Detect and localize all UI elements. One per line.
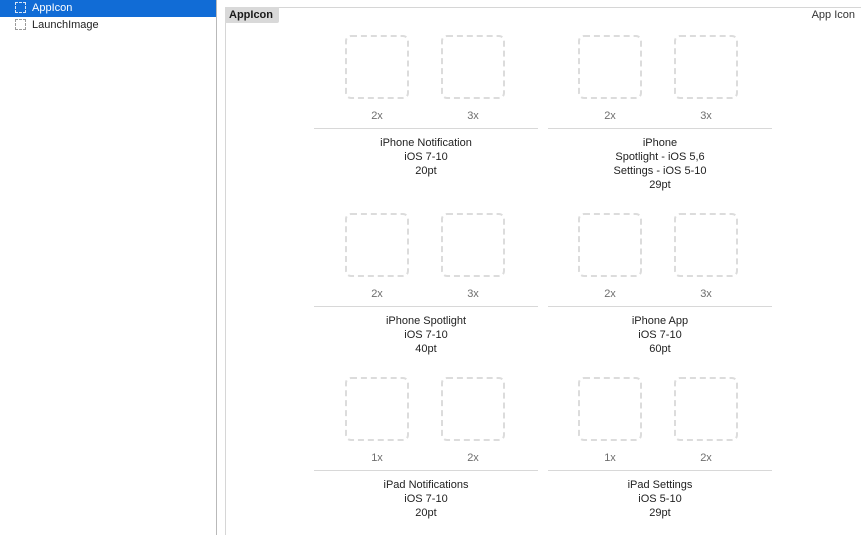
group-divider: [548, 306, 772, 307]
caption-line: 20pt: [415, 165, 437, 177]
asset-catalog-window: AppIcon LaunchImage AppIcon App Icon 2x …: [0, 0, 861, 535]
caption-line: iPad Notifications: [383, 479, 469, 491]
image-set-icon: [15, 2, 26, 13]
icon-drop-slot[interactable]: [578, 213, 642, 277]
group-divider: [548, 470, 772, 471]
icon-drop-slot[interactable]: [674, 213, 738, 277]
sidebar-item-label: LaunchImage: [32, 19, 99, 31]
caption-line: 60pt: [649, 343, 671, 355]
caption-line: iOS 7-10: [638, 329, 682, 341]
icon-group-iphone-spotlight: 2x 3x iPhone Spotlight iOS 7-10 40pt: [314, 213, 538, 383]
caption-line: iPad Settings: [627, 479, 693, 491]
group-divider: [314, 306, 538, 307]
icon-slots: 2x 3x: [548, 35, 772, 131]
icon-slots: 2x 3x: [314, 35, 538, 131]
icon-drop-slot[interactable]: [345, 213, 409, 277]
caption-line: 40pt: [415, 343, 437, 355]
caption-line: iPhone Spotlight: [385, 315, 467, 327]
scale-label: 3x: [700, 288, 712, 300]
icon-drop-slot[interactable]: [578, 35, 642, 99]
asset-editor: AppIcon App Icon 2x 3x iPhone Notificati…: [217, 0, 861, 535]
group-caption: iPhone Spotlight iOS 7-10 40pt: [314, 314, 538, 356]
caption-line: iOS 7-10: [404, 151, 448, 163]
icon-drop-slot[interactable]: [441, 377, 505, 441]
icon-drop-slot[interactable]: [345, 35, 409, 99]
caption-line: iPhone Notification: [380, 137, 472, 149]
icon-drop-slot[interactable]: [441, 35, 505, 99]
group-divider: [314, 470, 538, 471]
caption-line: 29pt: [649, 507, 671, 519]
scale-label: 2x: [700, 452, 712, 464]
group-caption: iPhone Spotlight - iOS 5,6 Settings - iO…: [548, 136, 772, 192]
scale-label: 2x: [604, 288, 616, 300]
caption-line: iOS 7-10: [404, 329, 448, 341]
caption-line: Spotlight - iOS 5,6: [615, 151, 705, 163]
group-caption: iPad Settings iOS 5-10 29pt: [548, 478, 772, 520]
scale-label: 2x: [604, 110, 616, 122]
icon-drop-slot[interactable]: [674, 377, 738, 441]
scale-label: 3x: [700, 110, 712, 122]
icon-slots: 1x 2x: [314, 377, 538, 473]
icon-group-ipad-notifications: 1x 2x iPad Notifications iOS 7-10 20pt: [314, 377, 538, 535]
caption-line: iOS 5-10: [638, 493, 682, 505]
caption-line: iPhone App: [631, 315, 689, 327]
sidebar-item-launchimage[interactable]: LaunchImage: [0, 17, 216, 35]
icon-drop-slot[interactable]: [578, 377, 642, 441]
scale-label: 2x: [371, 110, 383, 122]
sidebar-item-label: AppIcon: [32, 2, 73, 14]
icon-drop-slot[interactable]: [674, 35, 738, 99]
icon-set-title[interactable]: AppIcon: [225, 7, 279, 23]
caption-line: iOS 7-10: [404, 493, 448, 505]
group-divider: [548, 128, 772, 129]
icon-group-iphone-app: 2x 3x iPhone App iOS 7-10 60pt: [548, 213, 772, 383]
icon-slots: 2x 3x: [314, 213, 538, 309]
icon-slots: 2x 3x: [548, 213, 772, 309]
icon-group-ipad-settings: 1x 2x iPad Settings iOS 5-10 29pt: [548, 377, 772, 535]
icon-drop-slot[interactable]: [345, 377, 409, 441]
scale-label: 2x: [467, 452, 479, 464]
icon-group-iphone-settings: 2x 3x iPhone Spotlight - iOS 5,6 Setting…: [548, 35, 772, 205]
icon-group-iphone-notification: 2x 3x iPhone Notification iOS 7-10 20pt: [314, 35, 538, 205]
image-set-icon: [15, 19, 26, 30]
group-caption: iPhone Notification iOS 7-10 20pt: [314, 136, 538, 178]
scale-label: 3x: [467, 288, 479, 300]
caption-line: Settings - iOS 5-10: [613, 165, 707, 177]
caption-line: iPhone: [642, 137, 678, 149]
scale-label: 1x: [604, 452, 616, 464]
icon-set-type-label: App Icon: [811, 9, 855, 21]
asset-list-sidebar: AppIcon LaunchImage: [0, 0, 217, 535]
caption-line: 20pt: [415, 507, 437, 519]
group-divider: [314, 128, 538, 129]
group-caption: iPad Notifications iOS 7-10 20pt: [314, 478, 538, 520]
scale-label: 2x: [371, 288, 383, 300]
icon-slots: 1x 2x: [548, 377, 772, 473]
group-caption: iPhone App iOS 7-10 60pt: [548, 314, 772, 356]
caption-line: 29pt: [649, 179, 671, 191]
icon-drop-slot[interactable]: [441, 213, 505, 277]
scale-label: 1x: [371, 452, 383, 464]
scale-label: 3x: [467, 110, 479, 122]
sidebar-item-appicon[interactable]: AppIcon: [0, 0, 216, 17]
